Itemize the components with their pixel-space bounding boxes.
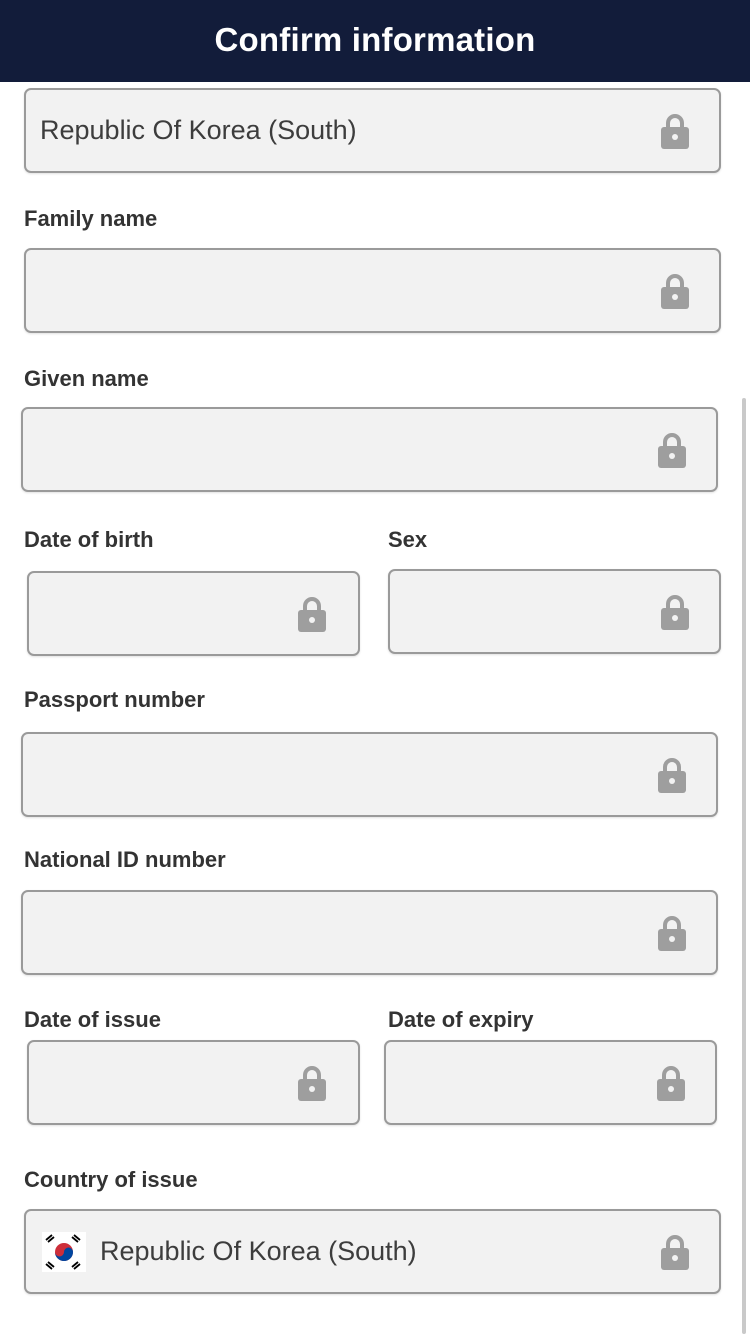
sex-field[interactable] [388, 569, 721, 654]
family-name-field[interactable] [24, 248, 721, 333]
lock-icon [658, 432, 686, 468]
national-id-number-label: National ID number [24, 847, 226, 872]
lock-icon [661, 273, 689, 309]
date-of-birth-field[interactable] [27, 571, 360, 656]
national-id-number-field[interactable] [21, 890, 718, 975]
app-header: Confirm information [0, 0, 750, 82]
passport-number-field[interactable] [21, 732, 718, 817]
nationality-field[interactable]: Republic Of Korea (South) [24, 88, 721, 173]
lock-icon [661, 113, 689, 149]
family-name-label: Family name [24, 206, 158, 231]
lock-icon [658, 757, 686, 793]
nationality-value: Republic Of Korea (South) [40, 115, 357, 145]
country-of-issue-field[interactable]: Republic Of Korea (South) [24, 1209, 721, 1294]
date-of-expiry-label: Date of expiry [388, 1007, 534, 1032]
country-of-issue-value: Republic Of Korea (South) [100, 1236, 417, 1266]
lock-icon [298, 1065, 326, 1101]
sex-label: Sex [388, 527, 428, 552]
lock-icon [657, 1065, 685, 1101]
given-name-field[interactable] [21, 407, 718, 492]
page-title: Confirm information [214, 21, 536, 58]
date-of-issue-field[interactable] [27, 1040, 360, 1125]
date-of-issue-label: Date of issue [24, 1007, 161, 1032]
date-of-birth-label: Date of birth [24, 527, 154, 552]
date-of-expiry-field[interactable] [384, 1040, 717, 1125]
lock-icon [298, 596, 326, 632]
passport-number-label: Passport number [24, 687, 205, 712]
country-of-issue-label: Country of issue [24, 1167, 198, 1192]
vertical-scrollbar[interactable] [742, 398, 746, 1334]
given-name-label: Given name [24, 366, 149, 391]
lock-icon [661, 1234, 689, 1270]
south-korea-flag-icon [42, 1231, 86, 1272]
lock-icon [658, 915, 686, 951]
lock-icon [661, 594, 689, 630]
